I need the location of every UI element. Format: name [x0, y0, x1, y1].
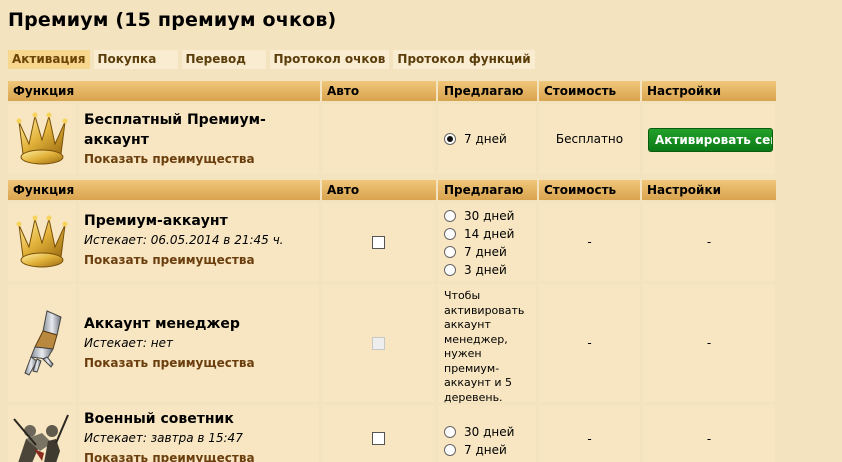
cost-cell: - [539, 405, 640, 462]
function-cell: Аккаунт менеджер Истекает: нет Показать … [79, 284, 319, 402]
table-header: Функция Авто продление Предлагаю Стоимос… [8, 180, 776, 217]
functions-table: Функция Авто продление Предлагаю Стоимос… [8, 180, 776, 462]
table-header: Функция Авто продление Предлагаю Стоимос… [8, 81, 776, 118]
settings-cell: - [643, 284, 775, 402]
function-cell: Бесплатный Премиум-аккаунт Показать преи… [79, 104, 319, 174]
option-14-days[interactable]: 14 дней [444, 225, 536, 243]
header-function: Функция [8, 81, 322, 101]
function-cell: Военный советник Истекает: завтра в 15:4… [79, 405, 319, 462]
cost-cell: Бесплатно [539, 104, 640, 174]
option-7-days[interactable]: 7 дней [444, 441, 536, 459]
advisor-image-cell [8, 405, 76, 462]
header-auto: Авто продление [322, 180, 438, 217]
function-name: Военный советник [84, 411, 234, 427]
option-label: 3 дней [464, 263, 507, 277]
option-label: 30 дней [464, 209, 515, 223]
function-cell: Премиум-аккаунт Истекает: 06.05.2014 в 2… [79, 203, 319, 281]
auto-renew-checkbox[interactable] [372, 432, 385, 445]
option-label: 7 дней [464, 245, 507, 259]
crown-icon [16, 215, 68, 268]
header-settings: Настройки [647, 84, 722, 98]
auto-renew-cell [322, 104, 435, 174]
table-row: Премиум-аккаунт Истекает: 06.05.2014 в 2… [8, 203, 776, 281]
settings-cell: - [643, 405, 775, 462]
cost-cell: - [539, 284, 640, 402]
auto-renew-cell [322, 203, 435, 281]
option-30-days[interactable]: 30 дней [444, 423, 536, 441]
manager-image-cell [8, 284, 76, 402]
show-benefits-link[interactable]: Показать преимущества [84, 251, 319, 269]
auto-renew-checkbox [372, 336, 385, 350]
crown-icon [16, 112, 68, 165]
show-benefits-link[interactable]: Показать преимущества [84, 150, 319, 168]
offer-cell: 30 дней 14 дней 7 дней 3 дней [438, 203, 536, 281]
radio-7-days[interactable] [444, 246, 456, 258]
requirement-note: Чтобы активировать аккаунт менеджер, нуж… [444, 289, 525, 404]
table-row: Военный советник Истекает: завтра в 15:4… [8, 405, 776, 462]
tab-points-log[interactable]: Протокол очков [269, 50, 390, 69]
radio-7-days[interactable] [444, 444, 456, 456]
tab-purchase[interactable]: Покупка [93, 50, 178, 69]
option-label: 7 дней [464, 132, 507, 146]
function-name: Аккаунт менеджер [84, 316, 240, 332]
option-30-days[interactable]: 30 дней [444, 207, 536, 225]
gauntlet-icon [24, 310, 62, 376]
settings-cell: - [643, 203, 775, 281]
free-premium-table: Функция Авто продление Предлагаю Стоимос… [8, 81, 776, 174]
tab-activation[interactable]: Активация [8, 50, 90, 69]
option-label: 30 дней [464, 425, 515, 439]
cost-cell: - [539, 203, 640, 281]
show-benefits-link[interactable]: Показать преимущества [84, 449, 319, 462]
header-function: Функция [8, 180, 322, 200]
radio-3-days[interactable] [444, 264, 456, 276]
option-label: 7 дней [464, 443, 507, 457]
radio-30-days[interactable] [444, 426, 456, 438]
page-title: Премиум (15 премиум очков) [8, 9, 337, 31]
activate-button[interactable]: Активировать сей [648, 128, 773, 152]
tab-transfer[interactable]: Перевод [181, 50, 266, 69]
function-name: Бесплатный Премиум-аккаунт [84, 112, 266, 148]
radio-30-days[interactable] [444, 210, 456, 222]
knights-icon [13, 414, 69, 462]
option-label: 14 дней [464, 227, 515, 241]
expires-text: Истекает: завтра в 15:47 [84, 431, 243, 445]
auto-renew-cell [322, 284, 435, 402]
header-offer: Предлагаю [438, 180, 539, 200]
settings-cell: Активировать сей [643, 104, 775, 174]
option-7-days[interactable]: 7 дней [444, 243, 536, 261]
function-name: Премиум-аккаунт [84, 213, 228, 229]
header-offer: Предлагаю [438, 81, 539, 101]
auto-renew-cell [322, 405, 435, 462]
show-benefits-link[interactable]: Показать преимущества [84, 354, 319, 372]
option-3-days[interactable]: 3 дней [444, 261, 536, 279]
radio-14-days[interactable] [444, 228, 456, 240]
option-7-days[interactable]: 7 дней [444, 130, 507, 148]
header-auto: Авто продление [322, 81, 438, 118]
auto-renew-checkbox[interactable] [372, 235, 385, 249]
header-settings: Настройки [647, 183, 722, 197]
tab-functions-log[interactable]: Протокол функций [393, 50, 535, 69]
table-row: Аккаунт менеджер Истекает: нет Показать … [8, 284, 776, 404]
offer-cell: Чтобы активировать аккаунт менеджер, нуж… [438, 284, 536, 404]
expires-text: Истекает: 06.05.2014 в 21:45 ч. [84, 233, 284, 247]
premium-image-cell [8, 104, 76, 174]
offer-cell: 30 дней 7 дней [438, 405, 536, 462]
table-row: Бесплатный Премиум-аккаунт Показать преи… [8, 104, 776, 174]
tab-bar: Активация Покупка Перевод Протокол очков… [8, 50, 535, 69]
radio-7-days[interactable] [444, 133, 456, 145]
header-cost: Стоимость [539, 180, 642, 200]
expires-text: Истекает: нет [84, 336, 173, 350]
header-cost: Стоимость [539, 81, 642, 101]
premium-image-cell [8, 203, 76, 281]
offer-cell: 7 дней [438, 104, 536, 174]
